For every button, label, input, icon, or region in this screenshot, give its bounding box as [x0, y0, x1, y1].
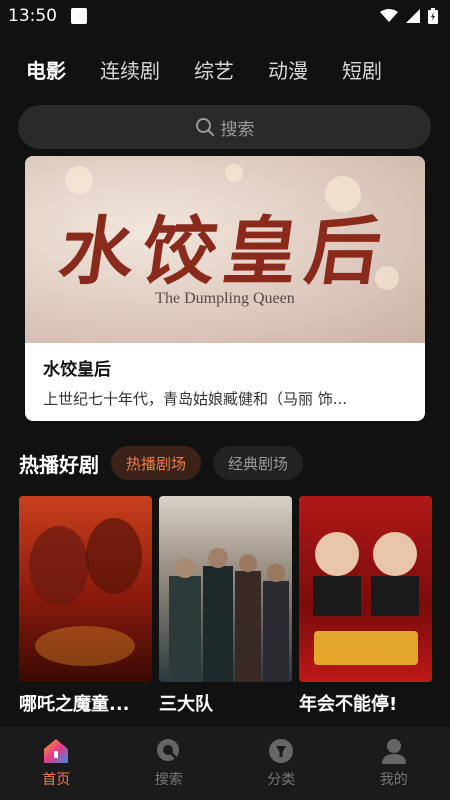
poster-title: 三大队	[159, 694, 213, 715]
nav-search[interactable]: 搜索	[113, 726, 226, 800]
tab-label: 综艺	[194, 58, 234, 83]
banner-image: 水饺皇后 The Dumpling Queen	[25, 156, 425, 343]
category-tabs: 电影 连续剧 综艺 动漫 短剧	[26, 52, 416, 86]
poster-title: 哪吒之魔童...	[19, 694, 130, 715]
status-bar: 13:50	[0, 0, 450, 32]
tab-label: 连续剧	[100, 58, 160, 83]
nav-profile[interactable]: 我的	[338, 726, 450, 800]
nav-label: 分类	[267, 772, 296, 788]
poster-image	[299, 496, 432, 682]
section-title: 热播好剧	[19, 452, 99, 477]
chip-hot-theater[interactable]: 热播剧场	[111, 446, 202, 480]
status-time: 13:50	[8, 6, 57, 26]
search-placeholder: 搜索	[220, 119, 255, 140]
nav-label: 首页	[42, 772, 71, 788]
poster-card[interactable]: 年会不能停!	[299, 496, 432, 716]
banner-description: 上世纪七十年代，青岛姑娘臧健和（马丽 饰...	[43, 390, 348, 408]
tab-series[interactable]: 连续剧	[100, 55, 160, 84]
banner-english-title: The Dumpling Queen	[155, 290, 295, 307]
search-input[interactable]: 搜索	[18, 105, 431, 149]
banner-info: 水饺皇后 上世纪七十年代，青岛姑娘臧健和（马丽 饰...	[25, 343, 425, 409]
app-screen: 13:50 电影 连续剧 综艺 动漫 短剧 搜索 水饺皇后 The Dumpli…	[0, 0, 450, 800]
tab-variety[interactable]: 综艺	[194, 55, 234, 84]
tab-label: 短剧	[342, 58, 382, 83]
nav-label: 我的	[379, 772, 408, 788]
hot-section-header: 热播好剧 热播剧场 经典剧场	[19, 445, 432, 481]
search-icon	[195, 118, 214, 136]
user-icon	[381, 739, 406, 764]
battery-icon	[428, 8, 438, 24]
poster-card[interactable]: 哪吒之魔童...	[19, 496, 152, 716]
poster-list: 哪吒之魔童... 三大队 年会不能停!	[19, 496, 433, 718]
poster-image	[19, 496, 152, 682]
wifi-icon	[380, 9, 398, 22]
tab-label: 电影	[26, 58, 66, 83]
poster-title: 年会不能停!	[299, 694, 398, 715]
poster-image	[159, 496, 292, 682]
nav-home[interactable]: 首页	[0, 726, 113, 800]
bottom-nav: 首页 搜索 分类 我的	[0, 726, 450, 800]
nav-label: 搜索	[154, 772, 183, 788]
home-icon	[44, 739, 69, 763]
tab-label: 动漫	[268, 58, 308, 83]
featured-banner[interactable]: 水饺皇后 The Dumpling Queen 水饺皇后 上世纪七十年代，青岛姑…	[25, 156, 425, 421]
signal-icon	[406, 9, 420, 23]
tab-anime[interactable]: 动漫	[268, 55, 308, 84]
search-icon	[156, 739, 181, 763]
chip-classic-theater[interactable]: 经典剧场	[213, 446, 304, 480]
category-icon	[269, 739, 294, 763]
tab-short-drama[interactable]: 短剧	[342, 55, 382, 84]
tab-movie[interactable]: 电影	[26, 55, 66, 86]
notification-icon	[71, 8, 87, 24]
banner-calligraphy-title: 水饺皇后	[54, 209, 395, 295]
banner-title: 水饺皇后	[43, 360, 111, 380]
poster-card[interactable]: 三大队	[159, 496, 292, 716]
nav-category[interactable]: 分类	[225, 726, 338, 800]
